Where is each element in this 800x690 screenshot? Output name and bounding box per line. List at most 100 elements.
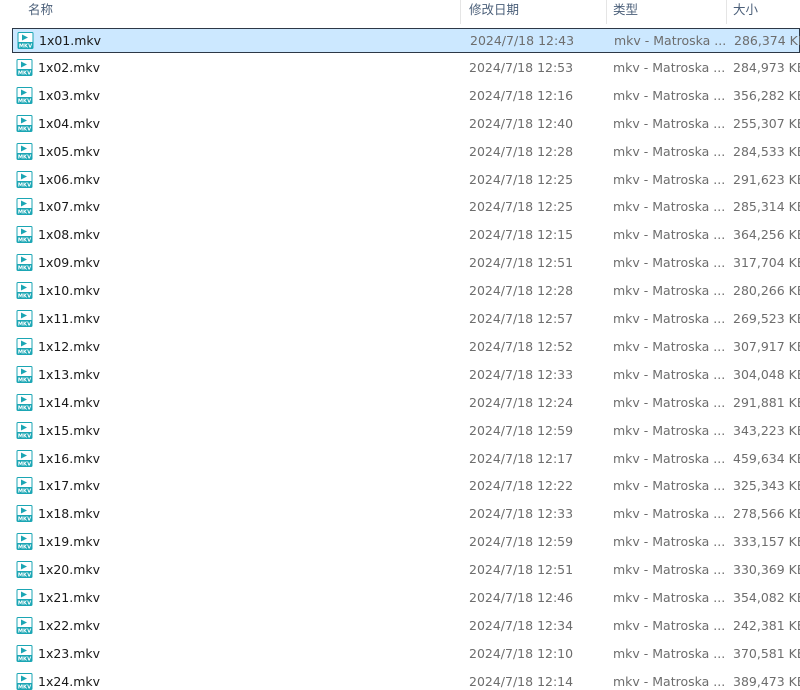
file-row[interactable]: MKV 1x22.mkv 2024/7/18 12:34 mkv - Matroska… (12, 614, 800, 638)
file-row[interactable]: MKV 1x24.mkv 2024/7/18 12:14 mkv - Matroska… (12, 670, 800, 690)
mkv-video-file-icon: MKV (16, 142, 33, 160)
file-type: mkv - Matroska ... (613, 171, 726, 187)
svg-text:MKV: MKV (18, 293, 31, 299)
column-divider[interactable] (460, 0, 461, 24)
file-type: mkv - Matroska ... (613, 227, 726, 243)
file-row[interactable]: MKV 1x12.mkv 2024/7/18 12:52 mkv - Matroska… (12, 335, 800, 359)
file-size: 284,533 KB (733, 143, 800, 159)
file-type: mkv - Matroska ... (613, 283, 726, 299)
file-row[interactable]: MKV 1x05.mkv 2024/7/18 12:28 mkv - Matroska… (12, 140, 800, 164)
file-type: mkv - Matroska ... (613, 87, 726, 103)
file-row[interactable]: MKV 1x21.mkv 2024/7/18 12:46 mkv - Matroska… (12, 586, 800, 610)
file-row[interactable]: MKV 1x01.mkv 2024/7/18 12:43 mkv - Matroska… (12, 27, 800, 53)
file-row[interactable]: MKV 1x04.mkv 2024/7/18 12:40 mkv - Matroska… (12, 112, 800, 136)
column-header-date-modified[interactable]: 修改日期 (469, 0, 599, 22)
mkv-video-file-icon: MKV (16, 644, 33, 662)
svg-text:MKV: MKV (18, 517, 31, 523)
svg-text:MKV: MKV (18, 600, 31, 606)
column-divider[interactable] (726, 0, 727, 24)
column-header-name[interactable]: 名称 (28, 0, 448, 22)
file-date-modified: 2024/7/18 12:28 (469, 143, 574, 159)
file-date-modified: 2024/7/18 12:17 (469, 450, 574, 466)
svg-text:MKV: MKV (18, 98, 31, 104)
file-date-modified: 2024/7/18 12:59 (469, 422, 574, 438)
column-header-bar: 名称 修改日期 类型 大小 (0, 0, 800, 24)
file-row[interactable]: MKV 1x11.mkv 2024/7/18 12:57 mkv - Matroska… (12, 307, 800, 331)
file-date-modified: 2024/7/18 12:51 (469, 255, 574, 271)
file-row[interactable]: MKV 1x08.mkv 2024/7/18 12:15 mkv - Matroska… (12, 223, 800, 247)
mkv-video-file-icon: MKV (16, 114, 33, 132)
mkv-video-file-icon: MKV (16, 505, 33, 523)
svg-text:MKV: MKV (18, 544, 31, 550)
file-row[interactable]: MKV 1x13.mkv 2024/7/18 12:33 mkv - Matroska… (12, 363, 800, 387)
file-size: 269,523 KB (733, 311, 800, 326)
svg-text:MKV: MKV (18, 154, 31, 160)
file-name: 1x03.mkv (38, 87, 101, 103)
mkv-video-file-icon: MKV (16, 337, 33, 355)
file-name: 1x15.mkv (38, 422, 101, 438)
file-date-modified: 2024/7/18 12:34 (469, 617, 574, 633)
file-size: 354,082 KB (733, 590, 800, 605)
svg-text:MKV: MKV (18, 238, 31, 244)
mkv-video-file-icon: MKV (16, 170, 33, 188)
file-type: mkv - Matroska ... (613, 199, 726, 215)
file-name: 1x19.mkv (38, 534, 101, 550)
file-row[interactable]: MKV 1x07.mkv 2024/7/18 12:25 mkv - Matroska… (12, 195, 800, 219)
file-name: 1x08.mkv (38, 227, 101, 243)
file-name: 1x20.mkv (38, 562, 101, 578)
file-date-modified: 2024/7/18 12:28 (469, 283, 574, 299)
file-size: 356,282 KB (733, 87, 800, 103)
file-type: mkv - Matroska ... (613, 311, 726, 326)
column-divider[interactable] (606, 0, 607, 24)
file-type: mkv - Matroska ... (613, 422, 726, 438)
file-size: 255,307 KB (733, 115, 800, 131)
file-row[interactable]: MKV 1x09.mkv 2024/7/18 12:51 mkv - Matroska… (12, 251, 800, 275)
file-row[interactable]: MKV 1x20.mkv 2024/7/18 12:51 mkv - Matroska… (12, 558, 800, 582)
file-row[interactable]: MKV 1x17.mkv 2024/7/18 12:22 mkv - Matroska… (12, 474, 800, 498)
file-date-modified: 2024/7/18 12:33 (469, 366, 574, 382)
column-header-type[interactable]: 类型 (613, 0, 713, 22)
mkv-video-file-icon: MKV (16, 672, 33, 690)
svg-text:MKV: MKV (18, 433, 31, 439)
column-header-size[interactable]: 大小 (733, 0, 800, 22)
mkv-video-file-icon: MKV (16, 561, 33, 578)
file-name: 1x05.mkv (38, 143, 101, 159)
file-size: 389,473 KB (733, 673, 800, 689)
file-row[interactable]: MKV 1x02.mkv 2024/7/18 12:53 mkv - Matroska… (12, 56, 800, 80)
mkv-video-file-icon: MKV (16, 477, 33, 495)
file-date-modified: 2024/7/18 12:33 (469, 506, 574, 522)
file-size: 280,266 KB (733, 283, 800, 299)
file-size: 317,704 KB (733, 255, 800, 271)
file-size: 330,369 KB (733, 562, 800, 578)
svg-text:MKV: MKV (18, 70, 31, 76)
svg-text:MKV: MKV (18, 126, 31, 132)
file-name: 1x13.mkv (38, 366, 101, 382)
file-size: 304,048 KB (733, 366, 800, 382)
file-row[interactable]: MKV 1x06.mkv 2024/7/18 12:25 mkv - Matroska… (12, 168, 800, 192)
svg-text:MKV: MKV (18, 349, 31, 355)
file-row[interactable]: MKV 1x18.mkv 2024/7/18 12:33 mkv - Matroska… (12, 502, 800, 526)
file-name: 1x10.mkv (38, 283, 101, 299)
file-size: 459,634 KB (733, 450, 800, 466)
mkv-video-file-icon: MKV (16, 616, 33, 634)
file-name: 1x11.mkv (38, 311, 101, 326)
file-row[interactable]: MKV 1x23.mkv 2024/7/18 12:10 mkv - Matroska… (12, 642, 800, 666)
mkv-video-file-icon: MKV (16, 533, 33, 550)
svg-text:MKV: MKV (18, 628, 31, 634)
file-size: 286,374 KB (734, 32, 800, 48)
svg-text:MKV: MKV (18, 461, 31, 467)
file-date-modified: 2024/7/18 12:46 (469, 590, 574, 605)
file-row[interactable]: MKV 1x14.mkv 2024/7/18 12:24 mkv - Matroska… (12, 391, 800, 415)
svg-text:MKV: MKV (18, 182, 31, 188)
file-row[interactable]: MKV 1x15.mkv 2024/7/18 12:59 mkv - Matroska… (12, 419, 800, 443)
svg-text:MKV: MKV (18, 265, 31, 271)
file-size: 291,881 KB (733, 394, 800, 410)
file-row[interactable]: MKV 1x10.mkv 2024/7/18 12:28 mkv - Matroska… (12, 279, 800, 303)
file-row[interactable]: MKV 1x03.mkv 2024/7/18 12:16 mkv - Matroska… (12, 84, 800, 108)
file-type: mkv - Matroska ... (613, 338, 726, 354)
file-row[interactable]: MKV 1x19.mkv 2024/7/18 12:59 mkv - Matroska… (12, 530, 800, 554)
file-name: 1x16.mkv (38, 450, 101, 466)
file-explorer-details-view: 名称 修改日期 类型 大小 MKV 1x01.mkv 2024/7/18 12:43… (0, 0, 800, 690)
file-date-modified: 2024/7/18 12:57 (469, 311, 574, 326)
file-row[interactable]: MKV 1x16.mkv 2024/7/18 12:17 mkv - Matroska… (12, 447, 800, 471)
